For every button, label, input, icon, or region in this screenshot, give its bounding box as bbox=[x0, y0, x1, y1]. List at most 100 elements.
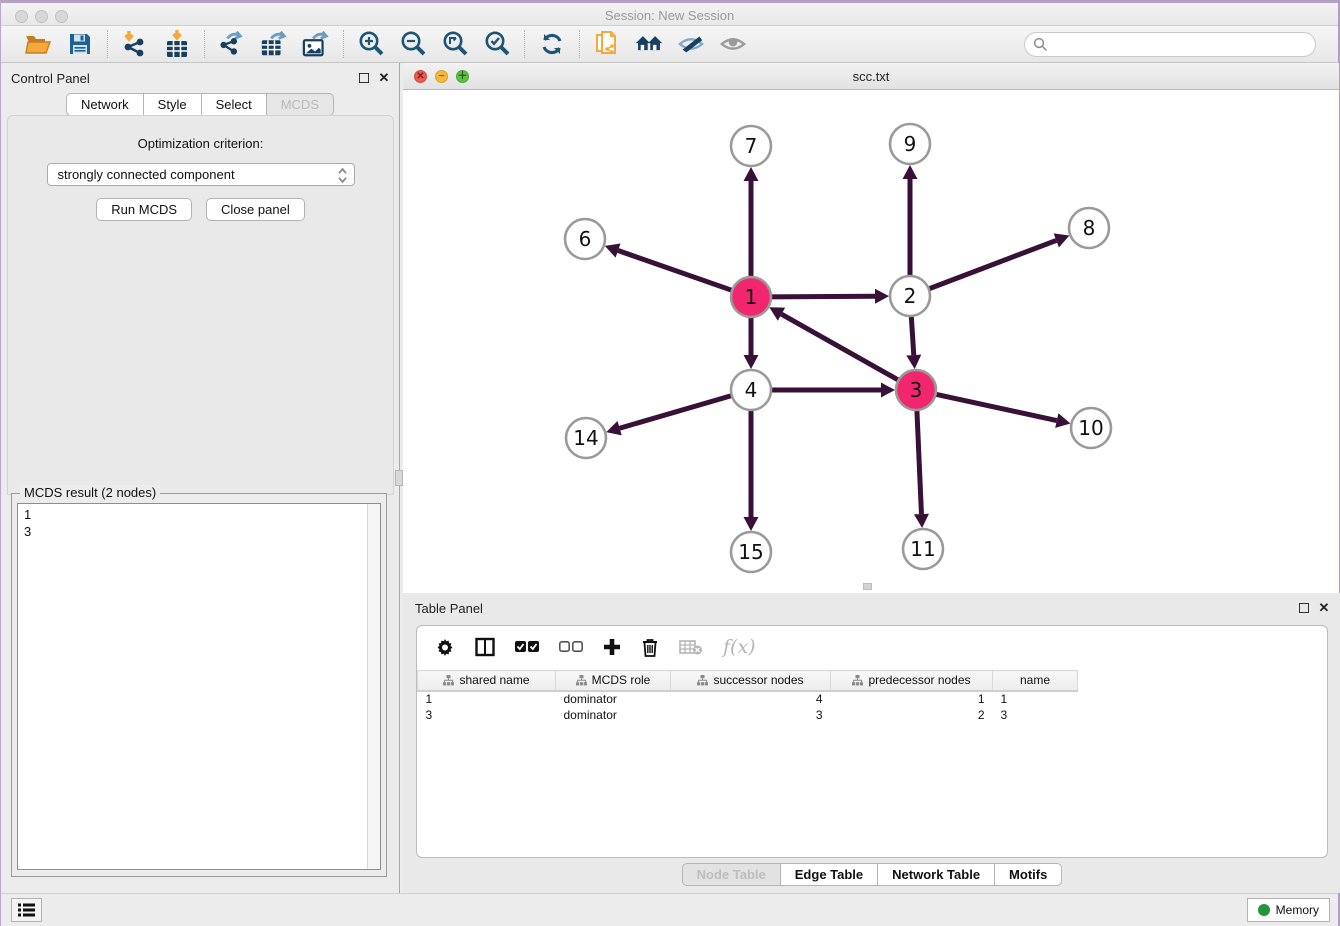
node-label-6: 6 bbox=[579, 227, 592, 251]
network-canvas[interactable]: 7968124314101511 bbox=[403, 90, 1339, 593]
tab-style[interactable]: Style bbox=[144, 93, 202, 116]
column-header-shared-name[interactable]: shared name bbox=[418, 671, 556, 691]
gear-icon[interactable] bbox=[435, 637, 455, 657]
column-header-predecessor-nodes[interactable]: predecessor nodes bbox=[831, 671, 993, 691]
optimization-criterion-label: Optimization criterion: bbox=[8, 136, 393, 151]
add-icon[interactable] bbox=[603, 638, 621, 656]
memory-status-icon bbox=[1258, 904, 1270, 916]
table-panel-tabs: Node TableEdge TableNetwork TableMotifs bbox=[682, 863, 1063, 886]
column-header-name[interactable]: name bbox=[993, 671, 1078, 691]
result-scrollbar[interactable] bbox=[367, 504, 380, 869]
table-panel-title: Table Panel bbox=[415, 601, 483, 616]
save-session-icon[interactable] bbox=[66, 30, 94, 58]
float-table-panel-icon[interactable] bbox=[1297, 601, 1311, 615]
table-cell[interactable]: 1 bbox=[993, 691, 1078, 707]
zoom-out-icon[interactable] bbox=[399, 30, 427, 58]
control-panel-tabs: NetworkStyleSelectMCDS bbox=[66, 93, 334, 116]
network-window-title: scc.txt bbox=[403, 69, 1339, 84]
export-image-icon[interactable] bbox=[302, 30, 330, 58]
close-panel-icon[interactable]: ✕ bbox=[377, 71, 391, 85]
memory-button[interactable]: Memory bbox=[1247, 898, 1330, 922]
edge-arrowhead bbox=[881, 383, 895, 398]
show-view-icon[interactable] bbox=[719, 30, 747, 58]
close-panel-button[interactable]: Close panel bbox=[206, 198, 305, 221]
column-header-successor-nodes[interactable]: successor nodes bbox=[671, 671, 831, 691]
select-all-icon[interactable] bbox=[515, 641, 539, 653]
table-row[interactable]: 1dominator411 bbox=[418, 691, 1078, 707]
edge-4-14[interactable] bbox=[620, 395, 734, 428]
import-table-icon[interactable] bbox=[163, 30, 191, 58]
node-table-container: f(x) shared nameMCDS rolesuccessor nodes… bbox=[416, 625, 1328, 858]
tab-node-table[interactable]: Node Table bbox=[682, 863, 781, 886]
hide-view-icon[interactable] bbox=[677, 30, 705, 58]
duplicate-network-icon[interactable] bbox=[593, 30, 621, 58]
window-title: Session: New Session bbox=[1, 8, 1338, 23]
table-cell[interactable]: 3 bbox=[418, 707, 556, 723]
home-view-icon[interactable] bbox=[635, 30, 663, 58]
tab-mcds[interactable]: MCDS bbox=[267, 93, 334, 116]
tab-motifs[interactable]: Motifs bbox=[995, 863, 1062, 886]
edge-arrowhead bbox=[744, 355, 759, 369]
tab-network-table[interactable]: Network Table bbox=[878, 863, 995, 886]
window-titlebar: Session: New Session bbox=[1, 0, 1338, 26]
hierarchy-icon bbox=[443, 675, 454, 686]
edge-1-2[interactable] bbox=[769, 296, 875, 297]
table-cell[interactable]: 2 bbox=[831, 707, 993, 723]
tab-network[interactable]: Network bbox=[66, 93, 144, 116]
table-cell[interactable]: 1 bbox=[831, 691, 993, 707]
table-cell[interactable]: dominator bbox=[556, 707, 671, 723]
panel-splitter-handle[interactable] bbox=[395, 470, 403, 486]
search-icon bbox=[1033, 37, 1048, 52]
edge-3-1[interactable] bbox=[781, 314, 900, 381]
edge-2-8[interactable] bbox=[927, 240, 1056, 289]
export-network-icon[interactable] bbox=[218, 30, 246, 58]
application-window: Session: New Session bbox=[0, 0, 1340, 926]
delete-column-icon[interactable] bbox=[679, 639, 703, 655]
table-cell[interactable]: 1 bbox=[418, 691, 556, 707]
node-label-9: 9 bbox=[904, 132, 917, 156]
dropdown-stepper-icon bbox=[337, 167, 348, 187]
deselect-all-icon[interactable] bbox=[559, 641, 583, 653]
search-input[interactable] bbox=[1024, 32, 1316, 57]
mcds-result-box: MCDS result (2 nodes) 13 bbox=[11, 493, 387, 877]
control-panel: Control Panel ✕ NetworkStyleSelectMCDS O… bbox=[1, 63, 400, 893]
delete-icon[interactable] bbox=[641, 637, 659, 657]
table-cell[interactable]: dominator bbox=[556, 691, 671, 707]
zoom-in-icon[interactable] bbox=[357, 30, 385, 58]
edge-3-11[interactable] bbox=[917, 408, 922, 514]
edge-arrowhead bbox=[744, 517, 759, 531]
show-panels-button[interactable] bbox=[11, 898, 42, 922]
edge-arrowhead bbox=[914, 514, 929, 528]
refresh-icon[interactable] bbox=[538, 30, 566, 58]
column-header-MCDS-role[interactable]: MCDS role bbox=[556, 671, 671, 691]
export-table-icon[interactable] bbox=[260, 30, 288, 58]
table-cell[interactable]: 4 bbox=[671, 691, 831, 707]
float-panel-icon[interactable] bbox=[357, 71, 371, 85]
close-table-panel-icon[interactable]: ✕ bbox=[1317, 601, 1331, 615]
zoom-fit-icon[interactable] bbox=[441, 30, 469, 58]
function-icon[interactable]: f(x) bbox=[723, 636, 756, 658]
main-toolbar bbox=[1, 26, 1338, 63]
tab-select[interactable]: Select bbox=[202, 93, 267, 116]
search-box bbox=[1024, 32, 1316, 57]
edge-1-6[interactable] bbox=[618, 251, 734, 292]
zoom-selected-icon[interactable] bbox=[483, 30, 511, 58]
mcds-panel: Optimization criterion: strongly connect… bbox=[7, 115, 394, 495]
open-session-icon[interactable] bbox=[24, 30, 52, 58]
list-icon bbox=[18, 903, 35, 917]
edge-3-10[interactable] bbox=[934, 394, 1057, 421]
status-bar: Memory bbox=[1, 893, 1338, 926]
column-layout-icon[interactable] bbox=[475, 637, 495, 657]
import-network-icon[interactable] bbox=[121, 30, 149, 58]
table-cell[interactable]: 3 bbox=[993, 707, 1078, 723]
table-row[interactable]: 3dominator323 bbox=[418, 707, 1078, 723]
node-table[interactable]: shared nameMCDS rolesuccessor nodesprede… bbox=[417, 670, 1078, 723]
optimization-criterion-select[interactable]: strongly connected component bbox=[47, 163, 355, 186]
tab-edge-table[interactable]: Edge Table bbox=[781, 863, 878, 886]
node-label-4: 4 bbox=[745, 378, 758, 402]
edge-2-3[interactable] bbox=[911, 314, 914, 355]
edge-arrowhead bbox=[744, 167, 759, 181]
table-cell[interactable]: 3 bbox=[671, 707, 831, 723]
hierarchy-icon bbox=[852, 675, 863, 686]
run-mcds-button[interactable]: Run MCDS bbox=[96, 198, 192, 221]
